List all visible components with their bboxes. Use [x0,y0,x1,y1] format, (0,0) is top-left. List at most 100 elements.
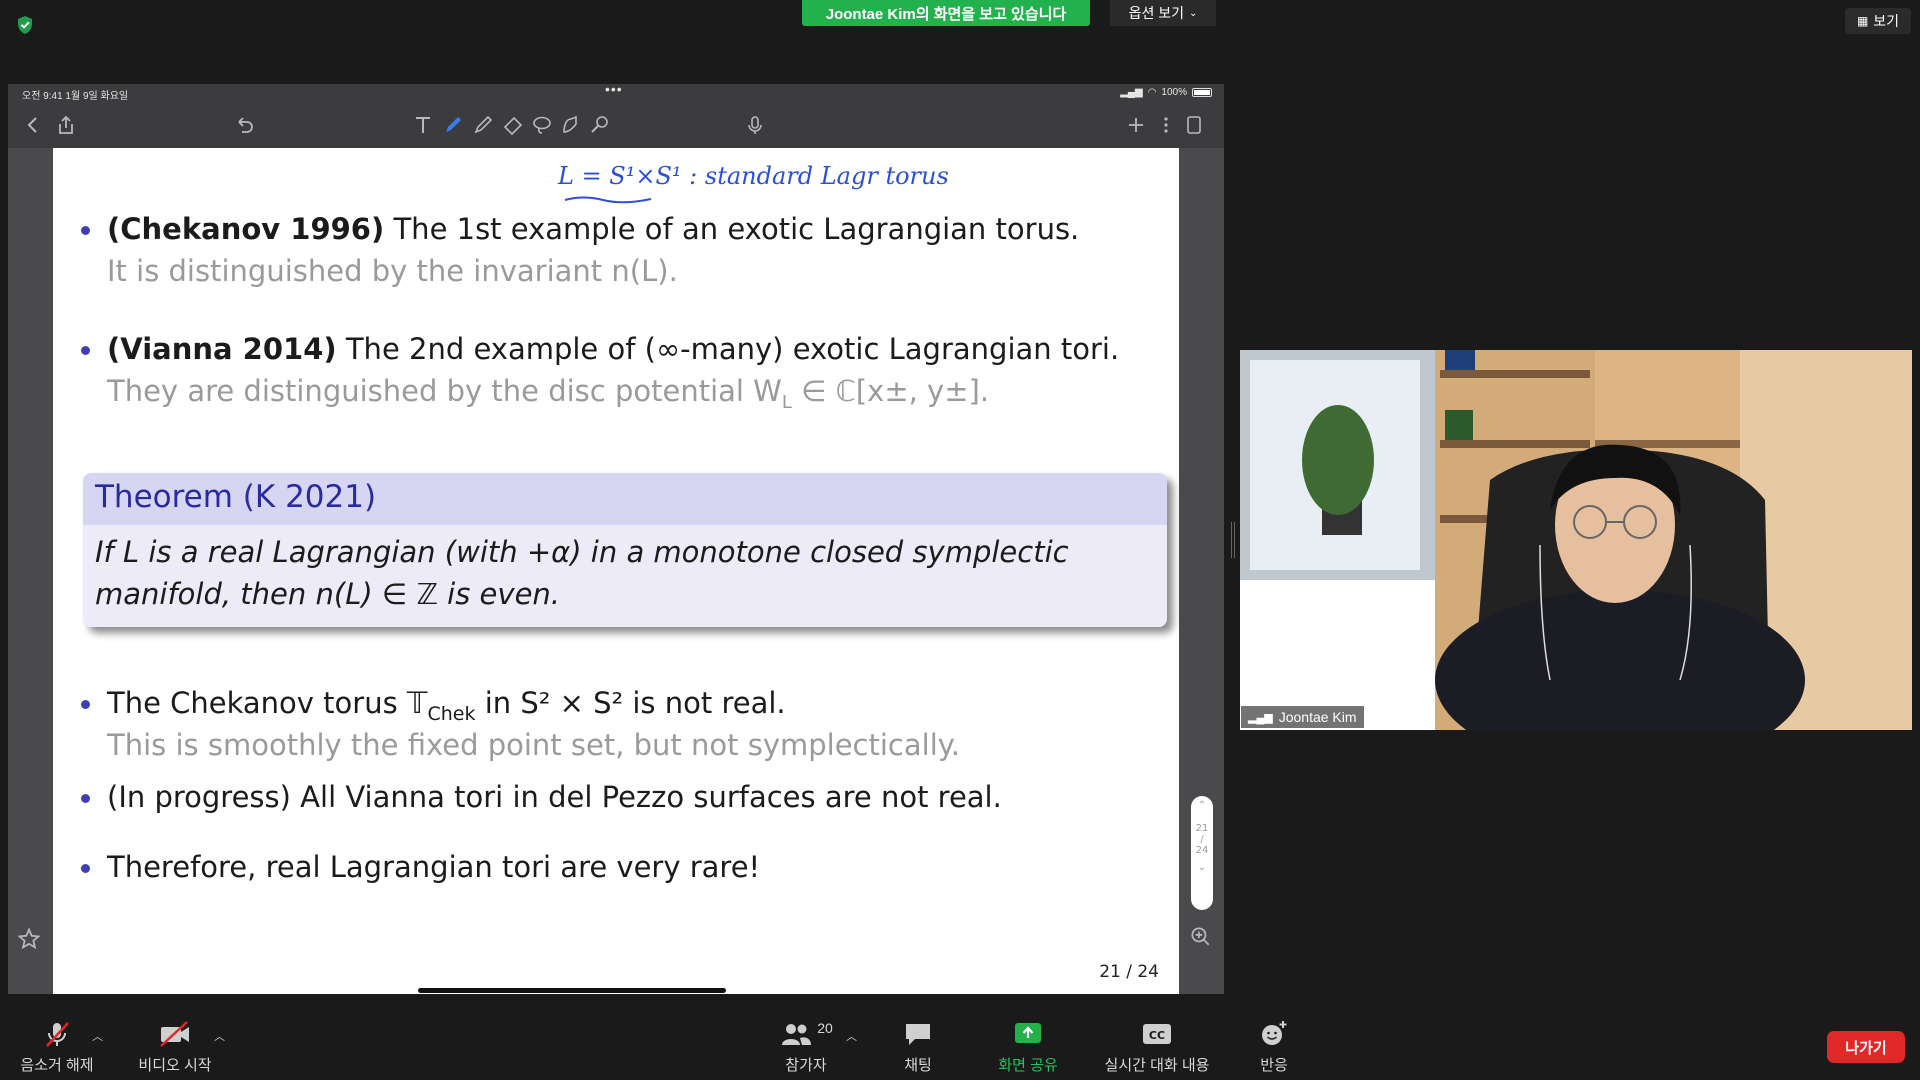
video-frame [1240,350,1912,730]
wifi-icon: ◠ [1147,87,1157,98]
bullet-dot [81,346,90,355]
theorem-title: Theorem (K 2021) [83,473,1167,525]
resize-handle[interactable] [1231,522,1235,558]
scroller-current-page: 21 [1195,823,1209,834]
back-icon[interactable] [20,112,46,138]
audio-options-caret-icon[interactable]: ︿ [92,1028,103,1044]
status-indicators: ▂▄▆ ◠ 100% [1120,87,1212,98]
undo-icon[interactable] [231,112,257,138]
bullet-dot [81,700,90,709]
bullet-chekanov-torus-a: The Chekanov torus 𝕋 [107,686,428,720]
chevron-up-icon: ⌃ [1197,800,1207,811]
pages-icon[interactable] [1181,112,1207,138]
leave-button[interactable]: 나가기 [1827,1031,1905,1063]
pen-tool-icon[interactable] [440,112,466,138]
bullet-vianna-sub-main: They are distinguished by the disc poten… [107,374,782,408]
theorem-line-1: If L is a real Lagrangian (with +α) in a… [95,535,1069,569]
participants-options-caret-icon[interactable]: ︿ [846,1028,857,1044]
reactions-button[interactable]: 반응 [1250,1018,1298,1075]
participant-name-tag: ▂▄▆ Joontae Kim [1241,706,1364,728]
view-mode-button[interactable]: ▦ 보기 [1845,8,1911,34]
meeting-controls: 음소거 해제 ︿ 비디오 시작 ︿ 20 참가자 ︿ 채팅 화면 공유 CC 실… [0,1018,1920,1080]
bullet-vianna-sub-tail: ∈ ℂ[x±, y±]. [791,374,990,408]
theorem-box: Theorem (K 2021) If L is a real Lagrangi… [83,473,1167,627]
participants-count: 20 [817,1020,833,1036]
handwritten-underline [564,196,652,204]
bullet-dot [81,226,90,235]
notes-toolbar [8,102,1224,148]
scroller-total-pages: 24 [1195,845,1209,856]
laser-pointer-icon[interactable] [586,112,612,138]
live-transcript-button[interactable]: CC 실시간 대화 내용 [1098,1018,1216,1075]
security-shield-icon[interactable] [16,15,34,35]
text-tool-icon[interactable] [410,112,436,138]
bullet-vianna-sub: They are distinguished by the disc poten… [107,374,989,413]
participants-icon: 20 [779,1018,833,1050]
view-options-button[interactable]: 옵션 보기 ⌄ [1110,0,1216,26]
battery-percent: 100% [1161,87,1187,98]
unmute-label: 음소거 해제 [20,1057,94,1074]
participants-button[interactable]: 20 참가자 [760,1018,852,1075]
battery-icon [1192,88,1212,97]
signal-bars-icon: ▂▄▆ [1248,711,1273,724]
status-time: 오전 9:41 1월 9일 화요일 [22,91,129,102]
bullet-conclusion: Therefore, real Lagrangian tori are very… [107,850,761,884]
bullet-chekanov-torus: The Chekanov torus 𝕋Chek in S² × S² is n… [107,686,786,725]
multitask-dots-icon[interactable]: ••• [605,81,623,97]
share-screen-icon [1013,1018,1043,1050]
eraser-icon[interactable] [500,112,526,138]
shapes-icon[interactable] [557,112,583,138]
bullet-in-progress: (In progress) All Vianna tori in del Pez… [107,780,1002,814]
view-options-label: 옵션 보기 [1128,5,1185,21]
favorite-star-icon[interactable] [16,926,42,952]
page-scroller[interactable]: ⌃ 21 / 24 ⌄ [1191,796,1213,910]
bullet-chekanov-torus-b: in S² × S² is not real. [475,686,786,720]
chevron-down-icon: ⌄ [1197,862,1207,873]
bullet-vianna-bold: (Vianna 2014) [107,332,337,366]
share-screen-button[interactable]: 화면 공유 [990,1018,1066,1075]
participant-video[interactable] [1240,350,1912,730]
scroller-separator: / [1200,834,1204,845]
shared-screen: 오전 9:41 1월 9일 화요일 ••• ▂▄▆ ◠ 100% ⌃ 21 / … [8,81,1224,994]
signal-icon: ▂▄▆ [1120,87,1143,98]
video-off-icon [158,1018,192,1050]
closed-caption-icon: CC [1141,1018,1173,1050]
handwritten-note: L = S¹×S¹ : standard Lagr torus [558,162,949,190]
unmute-button[interactable]: 음소거 해제 [14,1018,100,1075]
chat-label: 채팅 [904,1057,932,1074]
share-screen-label: 화면 공유 [998,1057,1058,1074]
start-video-button[interactable]: 비디오 시작 [132,1018,218,1075]
page-number: 21 / 24 [1099,962,1159,982]
more-options-icon[interactable] [1153,112,1179,138]
screen-share-banner: Joontae Kim의 화면을 보고 있습니다 [802,0,1090,26]
home-indicator[interactable] [418,988,726,993]
slide-page: L = S¹×S¹ : standard Lagr torus (Chekano… [53,148,1179,994]
left-rail [8,148,53,994]
highlighter-icon[interactable] [470,112,496,138]
bullet-dot [81,794,90,803]
lasso-icon[interactable] [529,112,555,138]
reactions-label: 반응 [1260,1057,1288,1074]
share-icon[interactable] [53,112,79,138]
add-page-icon[interactable] [1123,112,1149,138]
bullet-chekanov-sub: It is distinguished by the invariant n(L… [107,254,678,288]
chat-button[interactable]: 채팅 [886,1018,950,1075]
view-mode-label: 보기 [1873,13,1900,29]
microphone-icon[interactable] [742,112,768,138]
bullet-chekanov-bold: (Chekanov 1996) [107,212,385,246]
bullet-vianna-sub-subscript: L [781,391,792,413]
ipad-status-bar: 오전 9:41 1월 9일 화요일 ••• ▂▄▆ ◠ 100% [8,81,1224,102]
bullet-chekanov: (Chekanov 1996) The 1st example of an ex… [107,212,1079,246]
bullet-vianna: (Vianna 2014) The 2nd example of (∞-many… [107,332,1119,366]
video-options-caret-icon[interactable]: ︿ [214,1028,225,1044]
theorem-line-2: manifold, then n(L) ∈ ℤ is even. [95,577,561,611]
bullet-vianna-text: The 2nd example of (∞-many) exotic Lagra… [336,332,1120,366]
theorem-body: If L is a real Lagrangian (with +α) in a… [95,531,1155,615]
start-video-label: 비디오 시작 [138,1057,212,1074]
svg-text:CC: CC [1149,1029,1165,1042]
bullet-chekanov-torus-subscript: Chek [427,702,476,725]
zoom-in-icon[interactable] [1188,924,1212,948]
muted-mic-icon [42,1018,72,1050]
smiley-plus-icon [1259,1018,1289,1050]
bullet-chekanov-torus-sub: This is smoothly the fixed point set, bu… [107,728,961,762]
